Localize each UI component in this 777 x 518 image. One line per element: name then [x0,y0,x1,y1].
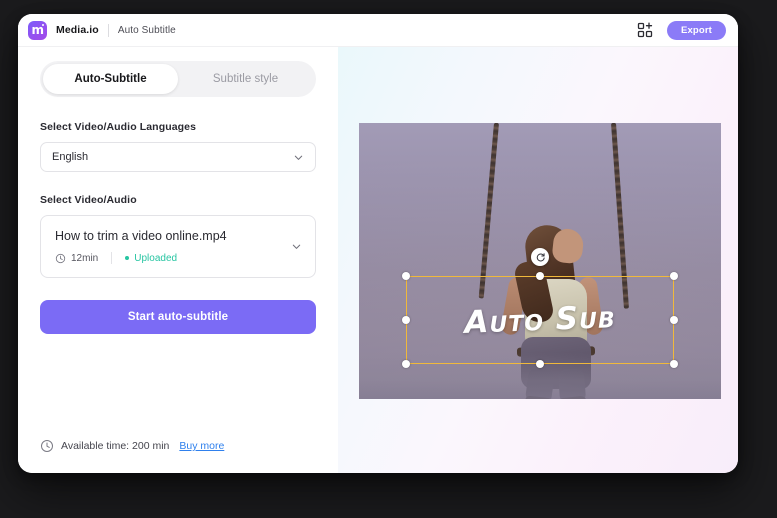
media-section-label: Select Video/Audio [40,194,137,206]
logo-dot [42,24,44,26]
grid-apps-icon[interactable] [637,22,653,38]
status-label: Uploaded [134,252,178,264]
subtitle-text[interactable]: Auto Sub [404,271,675,369]
preview-panel: Auto Sub [338,47,738,473]
app-window: m Media.io Auto Subtitle Export Auto-Sub… [18,14,738,473]
brand-name: Media.io [56,24,99,36]
duration-group: 12min [55,253,98,264]
left-settings-panel: Auto-Subtitle Subtitle style Select Vide… [18,47,338,473]
file-name: How to trim a video online.mp4 [55,229,227,243]
resize-handle-middle-left[interactable] [402,316,410,324]
resize-handle-bottom-right[interactable] [670,360,678,368]
subtitle-selection-overlay[interactable]: Auto Sub [402,248,678,368]
window-body: Auto-Subtitle Subtitle style Select Vide… [18,47,738,473]
language-select[interactable]: English [40,142,316,172]
status-dot-icon [125,256,130,260]
media-io-logo-icon: m [28,20,47,40]
video-preview-stage[interactable]: Auto Sub [359,123,721,399]
available-time-text: Available time: 200 min [61,440,170,452]
file-info: How to trim a video online.mp4 12min Upl… [55,229,291,264]
resize-handle-top-left[interactable] [402,272,410,280]
tab-subtitle-style[interactable]: Subtitle style [178,64,313,94]
resize-handle-middle-right[interactable] [670,316,678,324]
rotate-handle[interactable] [531,248,549,266]
buy-more-link[interactable]: Buy more [179,440,224,452]
titlebar-actions: Export [637,20,726,40]
document-title: Auto Subtitle [117,24,176,36]
resize-handle-bottom-center[interactable] [536,360,544,368]
resize-handle-top-center[interactable] [536,272,544,280]
meta-divider [111,252,113,264]
resize-handle-top-right[interactable] [670,272,678,280]
titlebar: m Media.io Auto Subtitle Export [18,14,738,47]
start-auto-subtitle-button[interactable]: Start auto-subtitle [40,300,316,334]
available-time-footer: Available time: 200 min Buy more [40,439,316,473]
language-select-value: English [52,151,89,163]
clock-icon [55,253,66,263]
resize-handle-bottom-left[interactable] [402,360,410,368]
clock-icon [41,440,53,452]
status-badge: Uploaded [125,253,177,264]
tab-auto-subtitle[interactable]: Auto-Subtitle [43,64,178,94]
file-meta: 12min Uploaded [55,252,291,264]
brand-group: m Media.io [28,20,99,40]
file-duration: 12min [71,252,99,264]
titlebar-divider [107,23,109,37]
rotate-refresh-icon [536,252,545,261]
figure-head [551,227,585,265]
selected-file-card[interactable]: How to trim a video online.mp4 12min Upl… [40,215,316,278]
chevron-down-icon [292,244,301,249]
chevron-down-icon [294,155,303,160]
language-section-label: Select Video/Audio Languages [40,121,197,133]
export-button[interactable]: Export [667,20,726,40]
tab-bar: Auto-Subtitle Subtitle style [40,61,316,97]
